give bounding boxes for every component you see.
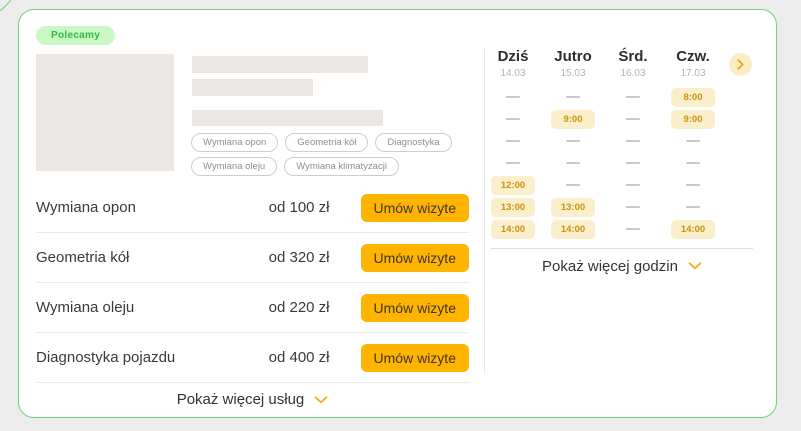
slot-unavailable-dash — [686, 162, 700, 164]
slot-unavailable-dash — [506, 96, 520, 98]
show-more-hours-label: Pokaż więcej godzin — [542, 258, 678, 275]
day-label: Śrd. — [603, 48, 663, 65]
text-placeholder — [192, 56, 368, 73]
service-row: Geometria kółod 320 zł Umów wizyte — [36, 233, 469, 283]
service-name: Wymiana oleju — [36, 299, 269, 316]
next-days-button[interactable] — [729, 53, 752, 76]
slot-unavailable-dash — [626, 228, 640, 230]
service-tags: Wymiana opon Geometria kół Diagnostyka Wymi… — [191, 133, 456, 176]
day-date: 14.03 — [483, 68, 543, 79]
slot-unavailable-dash — [626, 206, 640, 208]
service-row: Wymiana olejuod 220 zł Umów wizyte — [36, 283, 469, 333]
book-visit-button[interactable]: Umów wizyte — [361, 294, 469, 322]
day-column-header: Jutro 15.03 — [543, 48, 603, 79]
services-list: Wymiana oponod 100 złUmów wizyteGeometri… — [36, 183, 469, 383]
book-visit-button[interactable]: Umów wizyte — [361, 244, 469, 272]
slot-unavailable-dash — [506, 162, 520, 164]
service-price: od 220 zł — [269, 299, 330, 316]
time-slot-grid: 8:00 9:00 9:00 12:00 13:00 13:00 14:00 14:00 14:… — [483, 86, 777, 240]
time-slot[interactable]: 13:00 — [491, 198, 535, 217]
slot-unavailable-dash — [566, 140, 580, 142]
show-more-services[interactable]: Pokaż więcej usług — [36, 383, 469, 416]
chevron-right-icon — [737, 59, 744, 70]
day-column-header: Dziś 14.03 — [483, 48, 543, 79]
service-tag: Wymiana opon — [191, 133, 278, 152]
services-footer: Pokaż więcej usług — [36, 383, 469, 416]
book-visit-button[interactable]: Umów wizyte — [361, 344, 469, 372]
slot-unavailable-dash — [566, 96, 580, 98]
day-date: 15.03 — [543, 68, 603, 79]
service-tag: Wymiana oleju — [191, 157, 277, 176]
service-price: od 100 zł — [269, 199, 330, 216]
service-row: Diagnostyka pojazduod 400 zł Umów wizyte — [36, 333, 469, 383]
day-date: 16.03 — [603, 68, 663, 79]
slot-unavailable-dash — [686, 184, 700, 186]
chevron-down-icon — [688, 262, 702, 270]
booking-calendar: Dziś 14.03Jutro 15.03Śrd. 16.03Czw. 17.03 8:… — [483, 48, 777, 281]
slot-unavailable-dash — [626, 184, 640, 186]
service-tag: Wymiana klimatyzacji — [284, 157, 399, 176]
calendar-divider — [491, 248, 753, 249]
workshop-card: Polecamy Wymiana opon Geometria kół Diagno… — [18, 9, 777, 418]
day-label: Czw. — [663, 48, 723, 65]
slot-unavailable-dash — [506, 140, 520, 142]
workshop-image-placeholder — [36, 54, 174, 171]
decorative-corner-arc — [0, 0, 19, 19]
slot-unavailable-dash — [506, 118, 520, 120]
slot-unavailable-dash — [686, 206, 700, 208]
service-name: Wymiana opon — [36, 199, 269, 216]
recommended-badge: Polecamy — [36, 26, 115, 45]
time-slot[interactable]: 13:00 — [551, 198, 595, 217]
service-name: Diagnostyka pojazdu — [36, 349, 269, 366]
slot-unavailable-dash — [566, 162, 580, 164]
slot-unavailable-dash — [626, 96, 640, 98]
slot-unavailable-dash — [566, 184, 580, 186]
time-slot[interactable]: 12:00 — [491, 176, 535, 195]
text-placeholder — [192, 79, 313, 96]
time-slot[interactable]: 14:00 — [671, 220, 715, 239]
day-label: Dziś — [483, 48, 543, 65]
time-slot[interactable]: 14:00 — [491, 220, 535, 239]
day-column-header: Czw. 17.03 — [663, 48, 723, 79]
day-label: Jutro — [543, 48, 603, 65]
show-more-services-label: Pokaż więcej usług — [177, 391, 305, 408]
service-name: Geometria kół — [36, 249, 269, 266]
service-row: Wymiana oponod 100 zł Umów wizyte — [36, 183, 469, 233]
slot-unavailable-dash — [626, 162, 640, 164]
day-column-header: Śrd. 16.03 — [603, 48, 663, 79]
time-slot[interactable]: 9:00 — [551, 110, 595, 129]
slot-unavailable-dash — [626, 118, 640, 120]
book-visit-button[interactable]: Umów wizyte — [361, 194, 469, 222]
service-price: od 320 zł — [269, 249, 330, 266]
day-date: 17.03 — [663, 68, 723, 79]
chevron-down-icon — [314, 396, 328, 404]
service-tag: Diagnostyka — [375, 133, 451, 152]
slot-unavailable-dash — [626, 140, 640, 142]
time-slot[interactable]: 8:00 — [671, 88, 715, 107]
time-slot[interactable]: 14:00 — [551, 220, 595, 239]
slot-unavailable-dash — [686, 140, 700, 142]
time-slot[interactable]: 9:00 — [671, 110, 715, 129]
service-tag: Geometria kół — [285, 133, 368, 152]
service-price: od 400 zł — [269, 349, 330, 366]
show-more-hours[interactable]: Pokaż więcej godzin — [491, 251, 753, 281]
text-placeholder — [192, 110, 383, 126]
